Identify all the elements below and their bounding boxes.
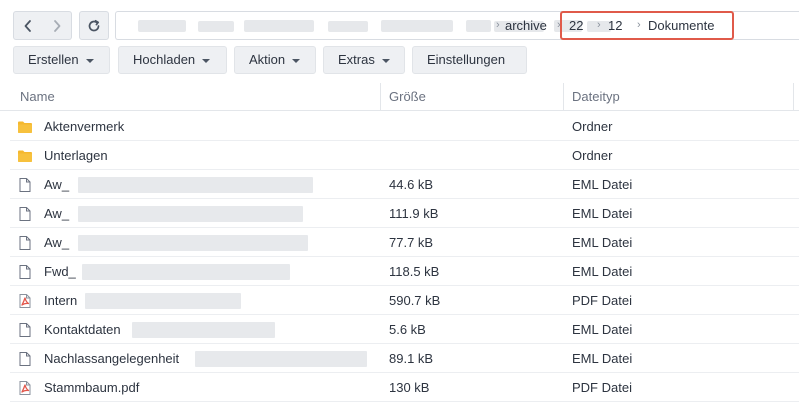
file-size: 118.5 kB	[389, 264, 440, 279]
file-type: EML Datei	[572, 206, 633, 221]
upload-button-label: Hochladen	[133, 52, 196, 67]
settings-button-label: Einstellungen	[427, 52, 506, 67]
caret-down-icon	[202, 58, 211, 63]
file-size: 89.1 kB	[389, 351, 434, 366]
redacted-path-segment	[328, 21, 368, 32]
column-header-type[interactable]: Dateityp	[572, 82, 620, 110]
redacted-filename	[82, 264, 290, 280]
redacted-filename	[78, 206, 303, 222]
redacted-filename	[78, 235, 308, 251]
table-row[interactable]: Aw_ 44.6 kB EML Datei	[10, 170, 799, 199]
file-name: Intern	[44, 293, 78, 308]
file-type: EML Datei	[572, 322, 633, 337]
file-name: Aw_	[44, 206, 70, 221]
file-size: 130 kB	[389, 380, 430, 395]
file-type: Ordner	[572, 148, 613, 163]
redacted-path-segment	[381, 20, 453, 32]
table-row[interactable]: Intern 590.7 kB PDF Datei	[10, 286, 799, 315]
pdf-icon	[19, 381, 31, 395]
file-size: 590.7 kB	[389, 293, 441, 308]
file-name: Fwd_	[44, 264, 76, 279]
table-header: Name Größe Dateityp	[0, 82, 799, 111]
redacted-path-segment	[244, 20, 314, 32]
file-size: 44.6 kB	[389, 177, 434, 192]
back-button[interactable]	[13, 11, 43, 40]
folder-icon	[18, 150, 32, 162]
forward-button[interactable]	[42, 11, 72, 40]
navigation-bar: › archive › 22 › 12 › Dokumente	[0, 0, 799, 46]
create-button-label: Erstellen	[28, 52, 79, 67]
file-type: Ordner	[572, 119, 613, 134]
column-divider[interactable]	[793, 83, 794, 110]
file-type: PDF Datei	[572, 380, 632, 395]
table-row[interactable]: Aw_ 77.7 kB EML Datei	[10, 228, 799, 257]
refresh-icon	[88, 19, 100, 31]
chevron-left-icon	[24, 19, 31, 32]
table-row[interactable]: Aw_ 111.9 kB EML Datei	[10, 199, 799, 228]
upload-button[interactable]: Hochladen	[118, 46, 227, 74]
breadcrumb-archive[interactable]: archive	[505, 12, 547, 39]
settings-button[interactable]: Einstellungen	[412, 46, 527, 74]
file-type: EML Datei	[572, 235, 633, 250]
folder-icon	[18, 121, 32, 133]
file-name: Unterlagen	[44, 148, 108, 163]
table-row[interactable]: Unterlagen Ordner	[10, 141, 799, 170]
file-size: 77.7 kB	[389, 235, 434, 250]
file-name: Nachlassangelegenheit	[44, 351, 180, 366]
file-name: Aktenvermerk	[44, 119, 125, 134]
redacted-filename	[195, 351, 367, 367]
file-icon	[19, 236, 31, 250]
redacted-path-segment	[198, 21, 234, 32]
file-icon	[19, 323, 31, 337]
file-type: EML Datei	[572, 264, 633, 279]
file-icon	[19, 207, 31, 221]
file-size: 111.9 kB	[389, 206, 439, 221]
redacted-filename	[132, 322, 275, 338]
action-button[interactable]: Aktion	[234, 46, 316, 74]
path-highlight-box	[560, 11, 734, 40]
table-row[interactable]: Nachlassangelegenheit 89.1 kB EML Datei	[10, 344, 799, 373]
breadcrumb-separator: ›	[496, 19, 500, 31]
table-row[interactable]: Fwd_ 118.5 kB EML Datei	[10, 257, 799, 286]
redacted-path-segment	[138, 20, 186, 32]
toolbar: Erstellen Hochladen Aktion Extras Einste…	[0, 46, 799, 76]
file-icon	[19, 265, 31, 279]
column-header-name[interactable]: Name	[20, 82, 55, 110]
file-type: PDF Datei	[572, 293, 632, 308]
column-divider[interactable]	[380, 83, 381, 110]
file-type: EML Datei	[572, 177, 633, 192]
file-size: 5.6 kB	[389, 322, 426, 337]
file-icon	[19, 178, 31, 192]
column-header-size[interactable]: Größe	[389, 82, 426, 110]
column-divider[interactable]	[563, 83, 564, 110]
redacted-filename	[78, 177, 313, 193]
redacted-path-segment	[466, 20, 491, 32]
caret-down-icon	[292, 58, 301, 63]
file-name: Aw_	[44, 235, 70, 250]
redacted-filename	[85, 293, 241, 309]
file-name: Aw_	[44, 177, 70, 192]
caret-down-icon	[85, 58, 94, 63]
action-button-label: Aktion	[249, 52, 286, 67]
extras-button-label: Extras	[338, 52, 375, 67]
file-icon	[19, 352, 31, 366]
caret-down-icon	[381, 58, 390, 63]
table-row[interactable]: Aktenvermerk Ordner	[10, 112, 799, 141]
file-type: EML Datei	[572, 351, 633, 366]
table-row[interactable]: Kontaktdaten 5.6 kB EML Datei	[10, 315, 799, 344]
create-button[interactable]: Erstellen	[13, 46, 110, 74]
file-name: Kontaktdaten	[44, 322, 121, 337]
chevron-right-icon	[53, 19, 60, 32]
extras-button[interactable]: Extras	[323, 46, 405, 74]
file-name: Stammbaum.pdf	[44, 380, 140, 395]
refresh-button[interactable]	[79, 11, 109, 40]
table-row[interactable]: Stammbaum.pdf 130 kB PDF Datei	[10, 373, 799, 402]
pdf-icon	[19, 294, 31, 308]
